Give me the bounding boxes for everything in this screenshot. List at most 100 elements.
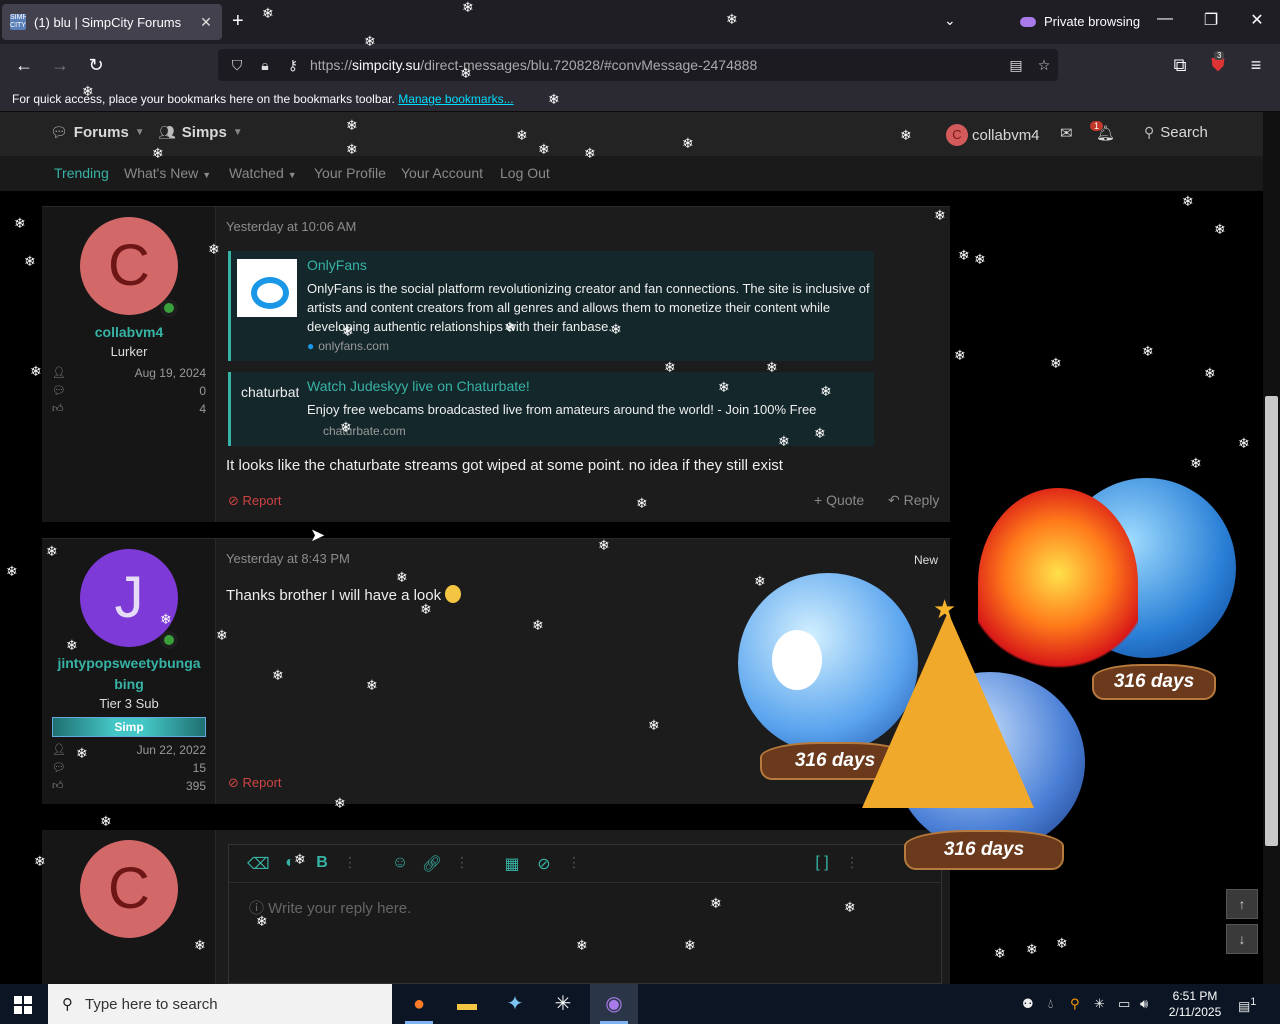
message-username[interactable]: collabvm4 (50, 322, 208, 343)
embed-site-name: onlyfans.com (318, 339, 389, 353)
snowflake-icon: ❄ (30, 363, 42, 379)
reply-placeholder[interactable]: ⓘ Write your reply here. (249, 897, 411, 918)
tracking-shield-icon[interactable]: ⛉ (226, 57, 248, 74)
page-scrollbar[interactable] (1263, 112, 1280, 984)
back-arrow-icon[interactable]: ← (12, 54, 36, 76)
subnav-your-account[interactable]: Your Account (401, 165, 483, 181)
snowflake-icon: ❄ (532, 617, 544, 633)
new-tab-button[interactable]: + (232, 10, 244, 32)
message-date[interactable]: Yesterday at 8:43 PM (226, 551, 350, 566)
bbcode-toggle-icon[interactable]: [ ] (811, 854, 833, 872)
manage-bookmarks-link[interactable]: Manage bookmarks... (398, 92, 513, 106)
bluetooth-tray-icon[interactable]: ✳ (1094, 996, 1105, 1012)
snow-globe-base: 316 days (904, 830, 1064, 870)
taskbar-clock[interactable]: 6:51 PM 2/11/2025 (1160, 988, 1230, 1020)
bold-icon[interactable]: B (311, 854, 333, 872)
star-icon: ★ (933, 594, 957, 624)
inbox-envelope-icon[interactable]: ✉︎ (1060, 124, 1073, 142)
message-text: It looks like the chaturbate streams got… (226, 457, 783, 474)
snip-tool-icon[interactable]: ✳ (539, 984, 587, 1024)
onlyfans-logo-icon (237, 259, 297, 317)
browser-tab-active[interactable]: SIMP CITY (1) blu | SimpCity Forums ✕ (2, 4, 222, 40)
taskbar-search-box[interactable]: ⚲ Type here to search (48, 984, 392, 1024)
subnav-trending[interactable]: Trending (54, 165, 109, 181)
menu-hamburger-icon[interactable]: ≡ (1244, 54, 1268, 76)
message-date[interactable]: Yesterday at 10:06 AM (226, 219, 356, 234)
account-menu[interactable]: C collabvm4 (946, 124, 1040, 146)
report-flag-icon: ⊘ (228, 775, 243, 790)
search-tray-icon[interactable]: ⚲ (1070, 996, 1080, 1012)
subnav-your-profile[interactable]: Your Profile (314, 165, 386, 181)
file-explorer-icon[interactable]: ▬ (443, 984, 491, 1024)
snowflake-icon: ❄ (366, 677, 378, 693)
snowflake-icon: ❄ (598, 537, 610, 553)
network-tray-icon[interactable]: ▭ (1118, 996, 1130, 1012)
quote-button[interactable]: + Quote (814, 492, 864, 508)
embed-site-name: chaturbate.com (323, 424, 406, 438)
embed-title[interactable]: OnlyFans (307, 257, 367, 273)
url-bar[interactable]: ⛉ 🔒︎ ⚷ https://simpcity.su/direct-messag… (218, 49, 1058, 81)
people-app-icon[interactable]: ✦ (491, 984, 539, 1024)
people-tray-icon[interactable]: ⚉ (1022, 996, 1034, 1012)
snowflake-icon: ❄ (1190, 455, 1202, 471)
scroll-bottom-arrow-icon[interactable]: ↓ (1226, 924, 1258, 954)
firefox-private-taskbar-icon[interactable]: ◉ (590, 984, 638, 1024)
drop-tray-icon[interactable]: 💧︎ (1048, 996, 1053, 1012)
permissions-key-icon[interactable]: ⚷ (282, 57, 304, 74)
joined-value: Aug 19, 2024 (134, 366, 206, 380)
message-username[interactable]: jintypopsweetybunga bing (50, 653, 208, 695)
report-link[interactable]: ⊘ Report (228, 775, 282, 791)
spoiler-eye-slash-icon[interactable]: ⊘ (533, 854, 555, 874)
embed-title[interactable]: Watch Judeskyy live on Chaturbate! (307, 378, 530, 394)
search-icon: ⚲ (1144, 124, 1155, 140)
scrollbar-thumb[interactable] (1265, 396, 1278, 846)
snowflake-icon: ❄ (262, 5, 274, 21)
snowflake-icon: ❄ (76, 745, 88, 761)
url-text[interactable]: https://simpcity.su/direct-messages/blu.… (310, 57, 1002, 73)
lock-icon[interactable]: 🔒︎ (254, 57, 276, 74)
search-nav[interactable]: ⚲ Search (1144, 124, 1208, 141)
reload-icon[interactable]: ↻ (84, 54, 108, 76)
subnav-whats-new[interactable]: What's New ▼ (124, 165, 211, 181)
link-embed-onlyfans[interactable]: OnlyFans OnlyFans is the social platform… (228, 251, 874, 361)
action-center-icon[interactable]: ▤1 (1238, 996, 1256, 1014)
tab-close-icon[interactable]: ✕ (198, 14, 214, 31)
private-mask-icon (1020, 16, 1036, 27)
editor-box[interactable]: ⌫ ◐ B ⋮ ☺ 🔗︎ ⋮ ▦ ⊘ ⋮ [ ] ⋮ ⓘ Write your … (228, 844, 942, 984)
snowflake-icon: ❄ (420, 601, 432, 617)
more-options-icon[interactable]: ⋮ (567, 854, 581, 871)
thumbs-up-icon: 👍︎ (52, 780, 64, 792)
subnav-watched[interactable]: Watched ▼ (229, 165, 297, 181)
volume-tray-icon[interactable]: 🔊︎ (1140, 996, 1148, 1012)
forums-nav[interactable]: 💬︎ Forums ▼ (50, 124, 145, 141)
scroll-top-arrow-icon[interactable]: ↑ (1226, 889, 1258, 919)
table-icon[interactable]: ▦ (501, 854, 523, 874)
reply-button[interactable]: ↶ Reply (888, 492, 939, 509)
snowflake-icon: ❄ (584, 145, 596, 161)
more-options-icon[interactable]: ⋮ (343, 854, 357, 871)
more-options-icon[interactable]: ⋮ (845, 854, 859, 871)
chevron-down-icon: ▼ (134, 127, 145, 138)
snowflake-icon: ❄ (820, 383, 832, 399)
user-title: Tier 3 Sub (99, 696, 159, 711)
reply-arrow-icon: ↶ (888, 492, 904, 508)
subnav-log-out[interactable]: Log Out (500, 165, 550, 181)
link-icon[interactable]: 🔗︎ (421, 854, 443, 874)
forward-arrow-icon[interactable]: → (48, 54, 72, 76)
windows-start-icon[interactable] (14, 996, 32, 1014)
firefox-taskbar-icon[interactable]: ● (395, 984, 443, 1024)
avatar[interactable]: C (80, 840, 178, 938)
extensions-puzzle-icon[interactable]: ⧉ (1168, 54, 1192, 76)
report-link[interactable]: ⊘ Report (228, 493, 282, 509)
list-all-tabs-chevron-icon[interactable]: ⌄ (944, 12, 956, 29)
restore-icon[interactable]: ❐ (1196, 10, 1226, 30)
close-window-icon[interactable]: ✕ (1242, 10, 1272, 30)
chevron-down-icon: ▼ (287, 170, 297, 180)
more-options-icon[interactable]: ⋮ (455, 854, 469, 871)
minimize-icon[interactable]: — (1150, 10, 1180, 28)
bookmark-star-icon[interactable]: ☆ (1030, 57, 1058, 74)
clear-formatting-icon[interactable]: ⌫ (247, 854, 270, 874)
reader-view-icon[interactable]: ▤ (1002, 57, 1030, 74)
simps-nav[interactable]: 👥︎ Simps ▼ (158, 124, 243, 141)
smilie-icon[interactable]: ☺ (389, 854, 411, 872)
